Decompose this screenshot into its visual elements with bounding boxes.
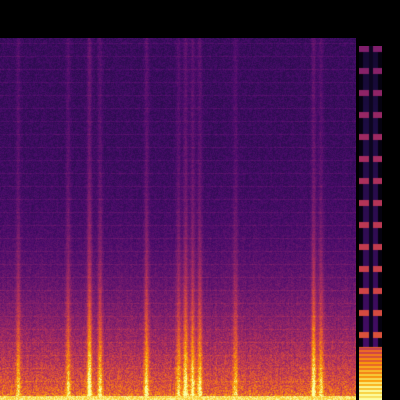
colorbar [359,46,382,400]
spectrogram-figure [0,0,400,400]
spectrogram-heatmap [0,38,356,400]
